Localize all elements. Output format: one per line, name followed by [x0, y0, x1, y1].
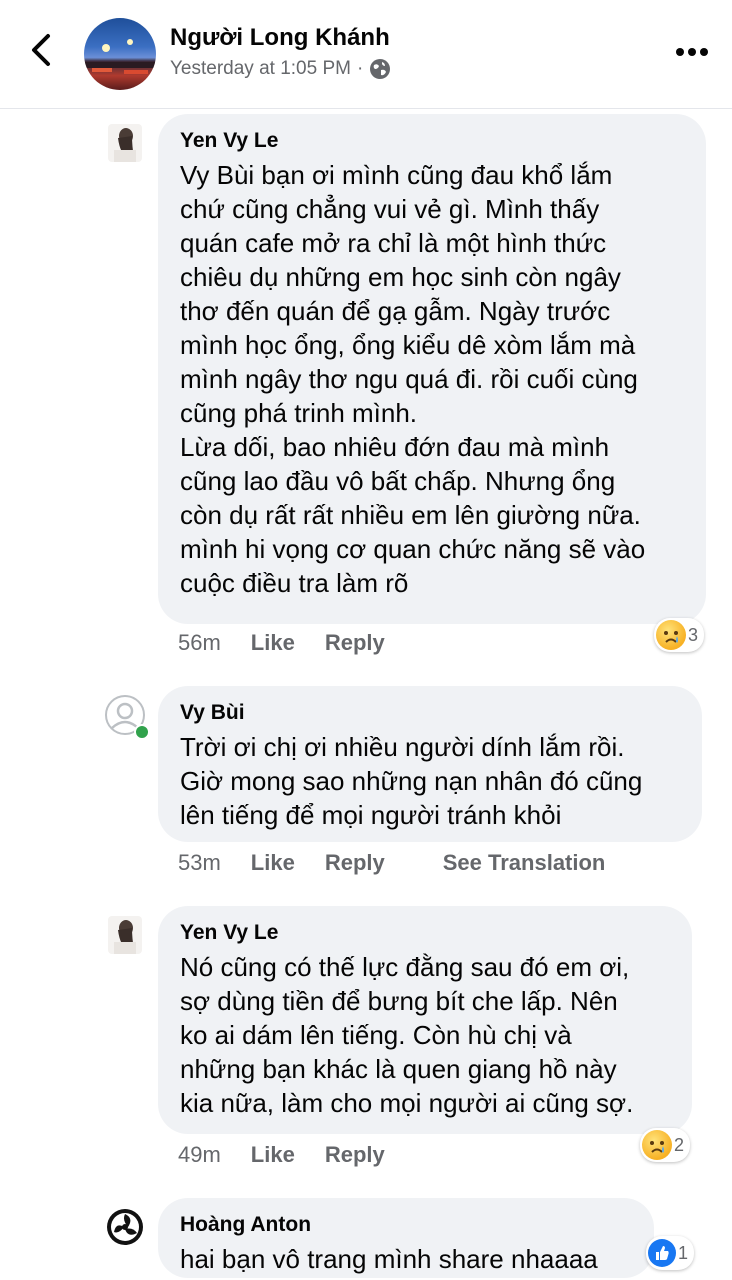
comment-author[interactable]: Vy Bùi — [180, 700, 680, 726]
comment-line: Vy Bùi bạn ơi mình cũng đau khổ lắm — [180, 160, 613, 190]
comment-actions: 56m Like Reply — [178, 630, 385, 656]
comment-line: sợ dùng tiền để bưng bít che lấp. Nên — [180, 986, 618, 1016]
comment-line: cuộc điều tra làm rõ — [180, 568, 409, 598]
comment-text: Trời ơi chị ơi nhiều người dính lắm rồi.… — [180, 730, 680, 832]
reaction-count: 1 — [678, 1242, 689, 1263]
globe-icon — [370, 59, 391, 79]
see-translation-button[interactable]: See Translation — [443, 850, 606, 876]
comment-line: thơ đến quán để gạ gẫm. Ngày trước — [180, 296, 611, 326]
comment-actions: 49m Like Reply — [178, 1142, 385, 1168]
comment-line: quán cafe mở ra chỉ là một hình thức — [180, 228, 607, 258]
comment-line: cũng lao đầu vô bất chấp. Nhưng ổng — [180, 466, 616, 496]
back-arrow-icon[interactable] — [26, 30, 56, 70]
post-meta: Yesterday at 1:05 PM · — [170, 58, 391, 80]
commenter-avatar[interactable] — [108, 916, 142, 954]
comment-line: chứ cũng chẳng vui vẻ gì. Mình thấy — [180, 194, 600, 224]
comment-author[interactable]: Yen Vy Le — [180, 128, 684, 154]
comment-line: chiêu dụ những em học sinh còn ngây — [180, 262, 621, 292]
comment-line: lên tiếng để mọi người tránh khỏi — [180, 800, 562, 830]
comment-line: hai bạn vô trang mình share nhaaaa — [180, 1244, 598, 1274]
page-avatar[interactable] — [84, 18, 156, 90]
reaction-summary[interactable]: 1 — [646, 1236, 695, 1270]
like-button[interactable]: Like — [251, 630, 295, 656]
comment-line: Nó cũng có thế lực đằng sau đó em ơi, — [180, 952, 630, 982]
comment-line: mình học ổng, ổng kiểu dê xòm lắm mà — [180, 330, 636, 360]
comment-line: Lừa dối, bao nhiêu đớn đau mà mình — [180, 432, 610, 462]
online-status-dot — [134, 724, 150, 740]
commenter-avatar[interactable] — [108, 124, 142, 162]
commenter-avatar[interactable] — [104, 694, 150, 740]
comment-bubble: Yen Vy Le Nó cũng có thế lực đằng sau đó… — [158, 906, 692, 1134]
reaction-summary[interactable]: 2 — [640, 1128, 691, 1162]
comment-author[interactable]: Hoàng Anton — [180, 1212, 632, 1238]
reply-button[interactable]: Reply — [325, 850, 385, 876]
post-timestamp[interactable]: Yesterday at 1:05 PM — [170, 58, 351, 80]
like-thumb-icon — [648, 1239, 676, 1267]
comment-line: mình hi vọng cơ quan chức năng sẽ vào — [180, 534, 646, 564]
comment-time[interactable]: 53m — [178, 850, 221, 876]
comment-text: Vy Bùi bạn ơi mình cũng đau khổ lắm chứ … — [180, 158, 684, 600]
reaction-count: 3 — [688, 624, 699, 645]
comment-text: hai bạn vô trang mình share nhaaaa — [180, 1242, 632, 1276]
comment-line: Trời ơi chị ơi nhiều người dính lắm rồi. — [180, 732, 625, 762]
commenter-avatar[interactable] — [106, 1208, 144, 1246]
comment-line: cũng phá trinh mình. — [180, 398, 418, 428]
comment-time[interactable]: 56m — [178, 630, 221, 656]
reaction-count: 2 — [674, 1134, 685, 1155]
reaction-summary[interactable]: 3 — [654, 618, 705, 652]
meta-separator: · — [356, 58, 364, 79]
reply-button[interactable]: Reply — [325, 1142, 385, 1168]
comment-author[interactable]: Yen Vy Le — [180, 920, 670, 946]
more-dots-icon[interactable] — [672, 40, 712, 64]
comment-line: những bạn khác là quen giang hồ này — [180, 1054, 617, 1084]
comment-bubble: Vy Bùi Trời ơi chị ơi nhiều người dính l… — [158, 686, 702, 842]
page-name[interactable]: Người Long Khánh — [170, 24, 390, 52]
comment-bubble: Yen Vy Le Vy Bùi bạn ơi mình cũng đau kh… — [158, 114, 706, 624]
like-button[interactable]: Like — [251, 1142, 295, 1168]
like-button[interactable]: Like — [251, 850, 295, 876]
comment-bubble: Hoàng Anton hai bạn vô trang mình share … — [158, 1198, 654, 1278]
comment-text: Nó cũng có thế lực đằng sau đó em ơi, sợ… — [180, 950, 670, 1120]
sad-face-icon — [642, 1130, 672, 1160]
comment-line: kia nữa, làm cho mọi người ai cũng sợ. — [180, 1088, 634, 1118]
sad-face-icon — [656, 620, 686, 650]
comment-line: ko ai dám lên tiếng. Còn hù chị và — [180, 1020, 572, 1050]
comment-line: Giờ mong sao những nạn nhân đó cũng — [180, 766, 643, 796]
post-header: Người Long Khánh Yesterday at 1:05 PM · — [0, 0, 732, 109]
comment-line: mình ngây thơ ngu quá đi. rồi cuối cùng — [180, 364, 638, 394]
reply-button[interactable]: Reply — [325, 630, 385, 656]
comment-line: còn dụ rất rất nhiều em lên giường nữa. — [180, 500, 641, 530]
comment-actions: 53m Like Reply See Translation — [178, 850, 605, 876]
comment-time[interactable]: 49m — [178, 1142, 221, 1168]
